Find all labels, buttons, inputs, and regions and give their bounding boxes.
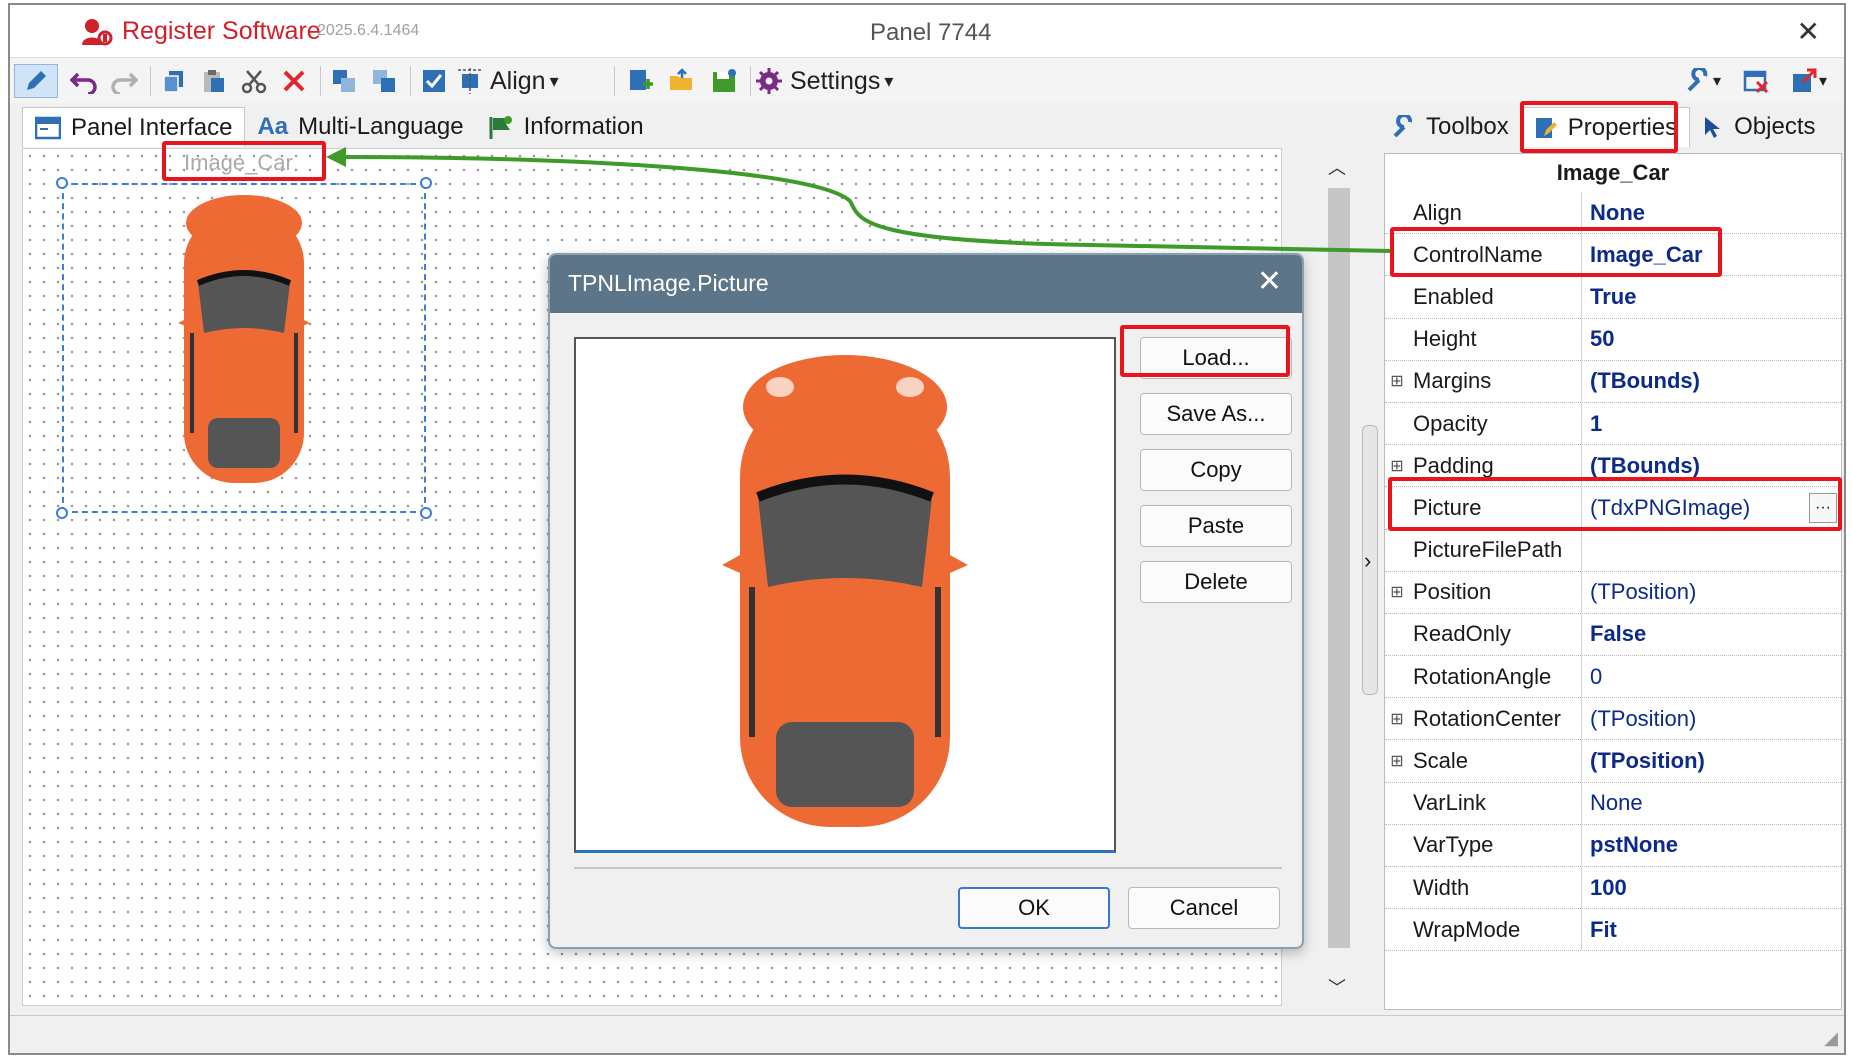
main-window: Register Software 2025.6.4.1464 Panel 77… [8, 3, 1846, 1055]
status-bar: ◢ [10, 1015, 1844, 1053]
annotation-arrow [326, 147, 1391, 253]
resize-grip-icon[interactable]: ◢ [1824, 1028, 1838, 1049]
